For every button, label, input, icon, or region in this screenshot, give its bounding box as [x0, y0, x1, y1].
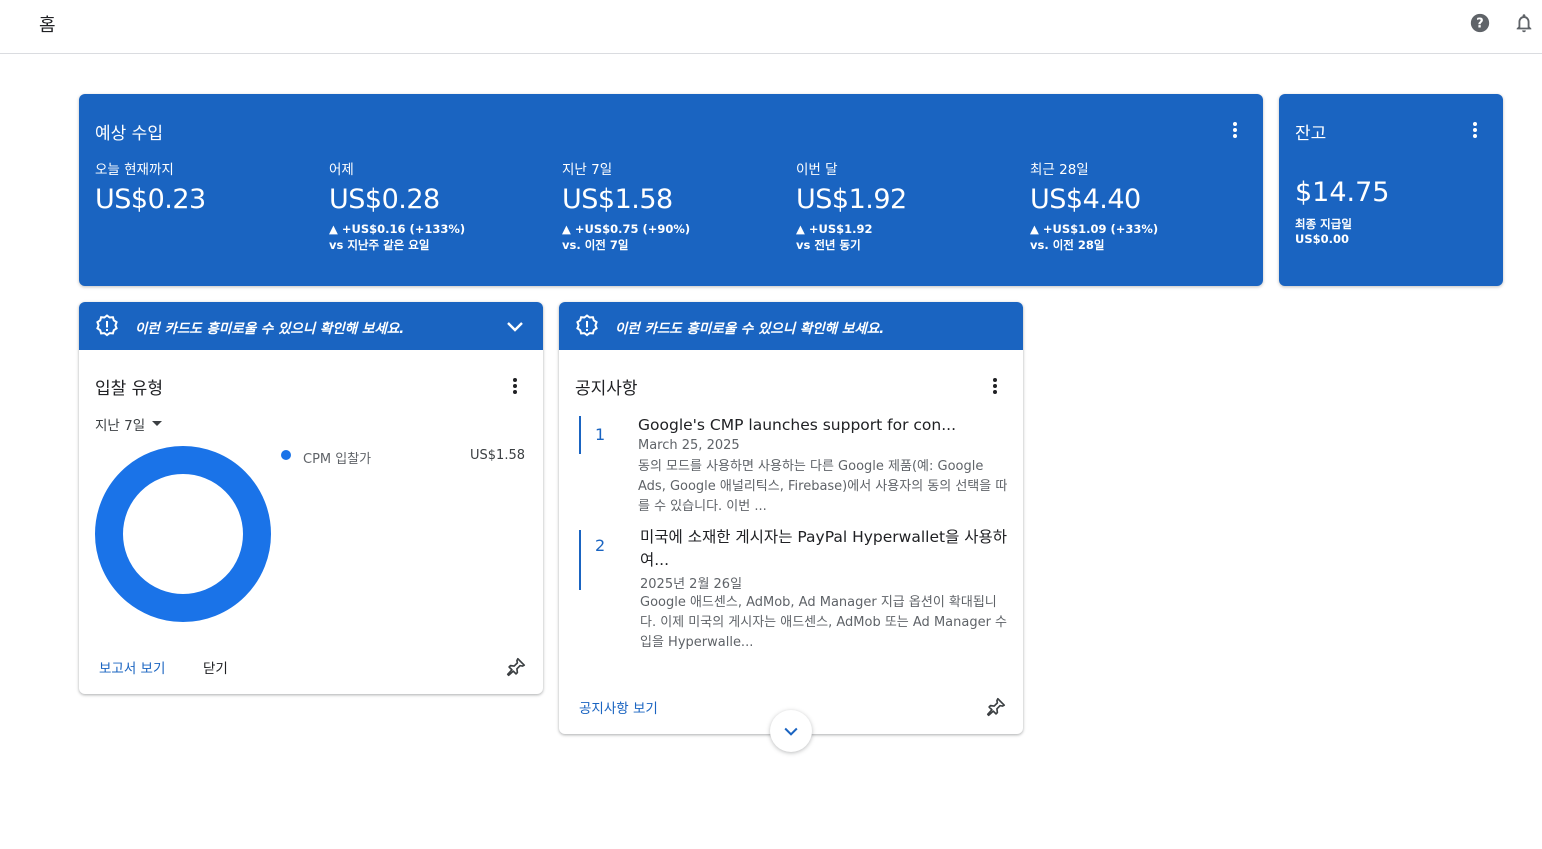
suggestion-banner[interactable]: 이런 카드도 흥미로울 수 있으니 확인해 보세요.	[559, 302, 1023, 350]
pin-icon[interactable]	[505, 656, 527, 678]
balance-title: 잔고	[1295, 124, 1327, 144]
metric-last-7-days[interactable]: 지난 7일 US$1.58 ▲ +US$0.75 (+90%) vs. 이전 7…	[562, 158, 782, 253]
last-payment-value: US$0.00	[1295, 232, 1349, 246]
page-title: 홈	[39, 15, 56, 36]
banner-text: 이런 카드도 흥미로울 수 있으니 확인해 보세요.	[135, 321, 405, 337]
bid-type-more-icon[interactable]	[503, 374, 527, 398]
balance-value: $14.75	[1295, 177, 1390, 208]
bid-type-card: 이런 카드도 흥미로울 수 있으니 확인해 보세요. 입찰 유형 지난 7일 C…	[79, 302, 543, 694]
period-dropdown[interactable]: 지난 7일	[95, 414, 163, 434]
metric-compare: vs. 이전 7일	[562, 238, 629, 252]
metric-label: 어제	[329, 162, 354, 178]
metric-yesterday[interactable]: 어제 US$0.28 ▲ +US$0.16 (+133%) vs 지난주 같은 …	[329, 158, 549, 253]
view-report-link[interactable]: 보고서 보기	[99, 657, 165, 677]
notice-number: 1	[595, 425, 606, 444]
expand-more-button[interactable]	[770, 710, 812, 752]
balance-more-icon[interactable]	[1463, 118, 1487, 142]
bell-icon[interactable]	[1512, 11, 1536, 35]
notice-accent-bar	[579, 530, 581, 590]
notice-item[interactable]: 1 Google's CMP launches support for con.…	[579, 416, 1009, 520]
metric-compare: vs 전년 동기	[796, 238, 861, 252]
badge-alert-icon	[575, 314, 599, 338]
metric-delta: ▲ +US$1.92	[796, 222, 873, 236]
period-label: 지난 7일	[95, 418, 146, 434]
metric-today[interactable]: 오늘 현재까지 US$0.23	[95, 158, 315, 221]
metric-value: US$0.23	[95, 184, 206, 215]
metric-value: US$0.28	[329, 184, 440, 215]
metric-label: 오늘 현재까지	[95, 162, 174, 178]
bid-type-title: 입찰 유형	[95, 379, 163, 399]
last-payment-label: 최종 지급일	[1295, 217, 1352, 231]
bid-type-donut-chart	[95, 446, 271, 622]
metric-delta: ▲ +US$0.16 (+133%)	[329, 222, 466, 236]
notice-item-body: Google 애드센스, AdMob, Ad Manager 지급 옵션이 확대…	[640, 595, 1008, 650]
banner-text: 이런 카드도 흥미로울 수 있으니 확인해 보세요.	[615, 321, 885, 337]
earnings-more-icon[interactable]	[1223, 118, 1247, 142]
caret-down-icon	[152, 421, 163, 426]
notice-item[interactable]: 2 미국에 소재한 게시자는 PayPal Hyperwallet을 사용하여.…	[579, 528, 1009, 660]
legend-label: CPM 입찰가	[303, 452, 372, 467]
svg-text:?: ?	[1476, 17, 1483, 32]
metric-value: US$1.92	[796, 184, 907, 215]
metric-compare: vs 지난주 같은 요일	[329, 238, 430, 252]
notice-number: 2	[595, 536, 606, 555]
metric-delta: ▲ +US$1.09 (+33%)	[1030, 222, 1159, 236]
legend-value: US$1.58	[470, 448, 525, 463]
donut-slice[interactable]	[95, 446, 271, 622]
help-icon[interactable]: ?	[1468, 11, 1492, 35]
notice-card: 이런 카드도 흥미로울 수 있으니 확인해 보세요. 공지사항 1 Google…	[559, 302, 1023, 752]
notice-item-title: 미국에 소재한 게시자는 PayPal Hyperwallet을 사용하여...	[640, 528, 1008, 569]
notice-item-date: 2025년 2월 26일	[640, 577, 743, 592]
notice-more-icon[interactable]	[983, 374, 1007, 398]
badge-alert-icon	[95, 314, 119, 338]
metric-label: 이번 달	[796, 162, 838, 178]
chevron-down-icon	[784, 727, 798, 736]
notice-item-body: 동의 모드를 사용하면 사용하는 다른 Google 제품(예: Google …	[638, 459, 1008, 514]
earnings-title: 예상 수입	[95, 124, 163, 144]
metric-label: 지난 7일	[562, 162, 613, 178]
metric-compare: vs. 이전 28일	[1030, 238, 1105, 252]
metric-value: US$1.58	[562, 184, 673, 215]
estimated-earnings-card: 예상 수입 오늘 현재까지 US$0.23 어제 US$0.28 ▲ +US$0…	[79, 94, 1263, 286]
legend-dot	[281, 450, 291, 460]
top-bar: 홈 ?	[0, 0, 1542, 54]
metric-last-28-days[interactable]: 최근 28일 US$4.40 ▲ +US$1.09 (+33%) vs. 이전 …	[1030, 158, 1250, 253]
close-button[interactable]: 닫기	[203, 657, 228, 677]
metric-label: 최근 28일	[1030, 162, 1089, 178]
suggestion-banner[interactable]: 이런 카드도 흥미로울 수 있으니 확인해 보세요.	[79, 302, 543, 350]
pin-icon[interactable]	[985, 696, 1007, 718]
balance-card: 잔고 $14.75 최종 지급일 US$0.00	[1279, 94, 1503, 286]
metric-this-month[interactable]: 이번 달 US$1.92 ▲ +US$1.92 vs 전년 동기	[796, 158, 1016, 253]
notice-item-date: March 25, 2025	[638, 438, 740, 453]
notice-item-title: Google's CMP launches support for con...	[638, 416, 957, 434]
notice-accent-bar	[579, 416, 581, 454]
metric-delta: ▲ +US$0.75 (+90%)	[562, 222, 691, 236]
notice-title: 공지사항	[575, 379, 638, 399]
metric-value: US$4.40	[1030, 184, 1141, 215]
chevron-down-icon[interactable]	[503, 314, 527, 338]
view-notices-link[interactable]: 공지사항 보기	[579, 697, 658, 717]
